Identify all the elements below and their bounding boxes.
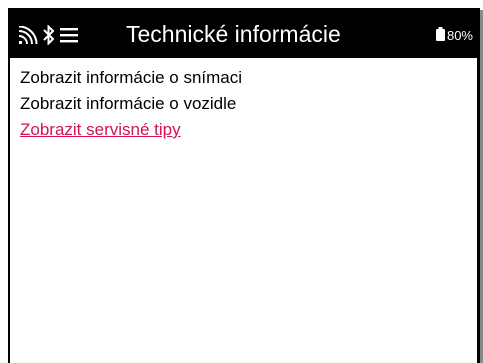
menu-icon[interactable] [60,27,78,43]
menu-item-service-tips[interactable]: Zobrazit servisné tipy [20,117,242,143]
menu-item-vehicle-info[interactable]: Zobrazit informácie o vozidle [20,91,242,117]
menu-list: Zobrazit informácie o snímaci Zobrazit i… [20,65,242,143]
wifi-icon [18,26,38,44]
battery-status: 80% [435,27,473,45]
device-screen: Technické informácie 80% Zobrazit inform… [8,8,480,363]
battery-percent: 80% [446,28,473,43]
status-icons [18,24,78,46]
page-title: Technické informácie [126,21,341,47]
bluetooth-icon [42,25,56,45]
battery-icon [435,27,445,45]
menu-item-sensor-info[interactable]: Zobrazit informácie o snímaci [20,65,242,91]
header-bar: Technické informácie 80% [10,10,477,58]
